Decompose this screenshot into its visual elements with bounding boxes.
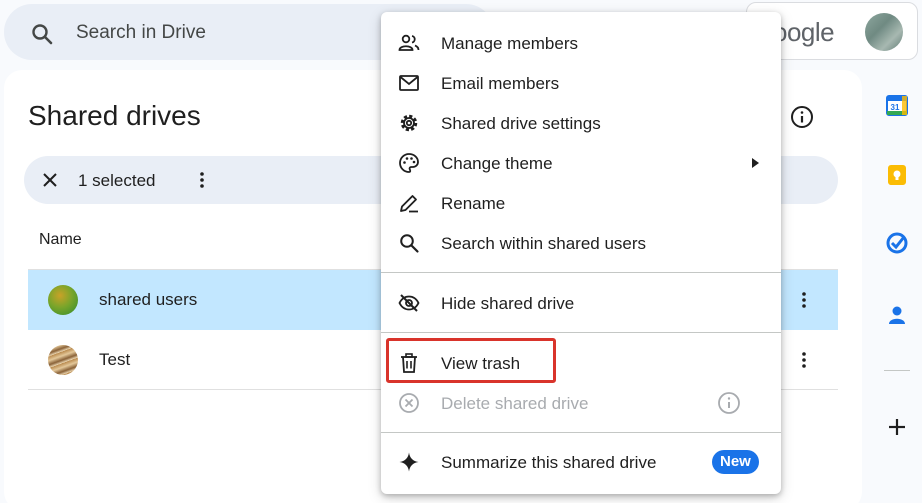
drive-name: Test: [99, 350, 131, 369]
selection-count: 1 selected: [78, 171, 156, 190]
more-vert-icon[interactable]: [794, 350, 814, 370]
menu-item-label: Email members: [441, 74, 560, 93]
menu-item-label: Delete shared drive: [441, 394, 589, 413]
close-icon[interactable]: [40, 170, 60, 190]
pencil-icon: [400, 195, 418, 213]
menu-item-rename[interactable]: Rename: [381, 183, 781, 223]
more-vert-icon[interactable]: [192, 170, 212, 190]
cancel-circle-icon: [399, 393, 419, 413]
submenu-arrow-icon: [752, 158, 759, 168]
menu-item-search-within[interactable]: Search within shared users: [381, 223, 781, 263]
search-icon: [400, 234, 419, 253]
drive-icon: [48, 285, 78, 315]
column-header-name[interactable]: Name: [39, 231, 82, 249]
menu-item-email-members[interactable]: Email members: [381, 63, 781, 103]
people-icon: [398, 34, 420, 51]
menu-item-delete-shared-drive: Delete shared drive: [381, 383, 781, 423]
svg-text:31: 31: [891, 103, 900, 112]
contacts-icon[interactable]: [886, 304, 908, 326]
tasks-icon[interactable]: [886, 232, 908, 254]
divider: [884, 370, 910, 371]
calendar-icon[interactable]: 31: [886, 94, 908, 116]
menu-item-label: Shared drive settings: [441, 114, 601, 133]
menu-item-label: Manage members: [441, 34, 579, 53]
highlight-box: [386, 338, 556, 383]
drive-name: shared users: [99, 290, 198, 309]
eye-off-icon: [398, 294, 420, 312]
side-panel: 31: [870, 80, 922, 480]
search-icon[interactable]: [30, 22, 54, 46]
menu-divider: [381, 332, 781, 333]
info-icon[interactable]: [790, 105, 814, 129]
menu-item-label: Search within shared users: [441, 234, 647, 253]
menu-item-label: Rename: [441, 194, 506, 213]
menu-item-label: Change theme: [441, 154, 553, 173]
info-icon[interactable]: [717, 391, 741, 415]
menu-item-manage-members[interactable]: Manage members: [381, 23, 781, 63]
menu-item-hide-shared-drive[interactable]: Hide shared drive: [381, 283, 781, 323]
menu-item-summarize[interactable]: Summarize this shared drive New: [381, 442, 781, 482]
sparkle-icon: [399, 452, 419, 472]
gear-icon: [400, 114, 418, 132]
mail-icon: [399, 75, 419, 91]
menu-item-label: Summarize this shared drive: [441, 453, 657, 472]
menu-item-label: Hide shared drive: [441, 294, 575, 313]
more-vert-icon[interactable]: [794, 290, 814, 310]
page-title: Shared drives: [28, 100, 201, 131]
context-menu: Manage members Email members Shared driv…: [381, 12, 781, 494]
menu-item-change-theme[interactable]: Change theme: [381, 143, 781, 183]
menu-divider: [381, 432, 781, 433]
palette-icon: [399, 153, 419, 173]
menu-divider: [381, 272, 781, 273]
google-logo: oogle: [773, 17, 835, 47]
keep-icon[interactable]: [886, 164, 908, 186]
menu-item-shared-drive-settings[interactable]: Shared drive settings: [381, 103, 781, 143]
avatar[interactable]: [865, 13, 903, 51]
add-icon[interactable]: [886, 416, 908, 438]
new-badge: New: [712, 450, 759, 474]
search-input[interactable]: [76, 18, 376, 48]
drive-icon: [48, 345, 78, 375]
